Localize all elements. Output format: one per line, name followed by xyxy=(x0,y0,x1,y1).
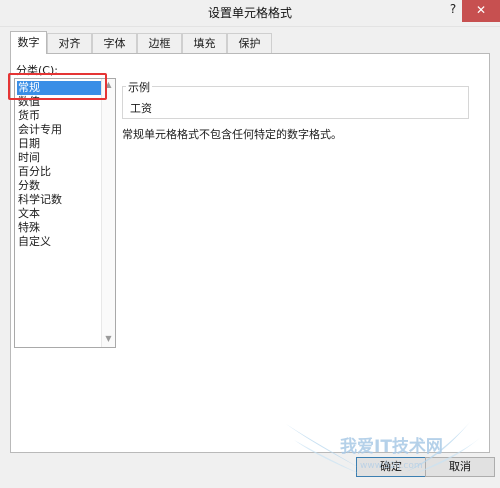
close-icon: ✕ xyxy=(475,3,487,17)
tab-protection[interactable]: 保护 xyxy=(227,33,272,53)
category-item-special[interactable]: 特殊 xyxy=(18,221,102,235)
category-item-date[interactable]: 日期 xyxy=(18,137,102,151)
category-item-accounting[interactable]: 会计专用 xyxy=(18,123,102,137)
category-item-fraction[interactable]: 分数 xyxy=(18,179,102,193)
sample-value: 工资 xyxy=(130,102,152,115)
category-item-custom[interactable]: 自定义 xyxy=(18,235,102,249)
category-listbox[interactable]: 常规 数值 货币 会计专用 日期 时间 百分比 分数 科学记数 文本 特殊 自定… xyxy=(14,78,116,348)
category-item-currency[interactable]: 货币 xyxy=(18,109,102,123)
format-description: 常规单元格格式不包含任何特定的数字格式。 xyxy=(122,128,342,141)
sample-groupbox xyxy=(122,86,469,119)
tab-font[interactable]: 字体 xyxy=(92,33,137,53)
category-item-text[interactable]: 文本 xyxy=(18,207,102,221)
category-item-time[interactable]: 时间 xyxy=(18,151,102,165)
category-scrollbar[interactable]: ▲ ▼ xyxy=(101,79,115,347)
tab-border[interactable]: 边框 xyxy=(137,33,182,53)
cancel-button[interactable]: 取消 xyxy=(425,457,495,477)
highlight-annotation-box xyxy=(8,73,107,100)
ok-button[interactable]: 确定 xyxy=(356,457,426,477)
help-button[interactable]: ? xyxy=(446,2,460,20)
scroll-down-icon[interactable]: ▼ xyxy=(102,333,115,345)
category-item-scientific[interactable]: 科学记数 xyxy=(18,193,102,207)
sample-legend: 示例 xyxy=(126,79,152,95)
dialog-title: 设置单元格格式 xyxy=(207,6,292,20)
tab-number[interactable]: 数字 xyxy=(10,31,47,54)
category-item-percentage[interactable]: 百分比 xyxy=(18,165,102,179)
title-bar: 设置单元格格式 ? ✕ xyxy=(0,0,500,27)
tab-fill[interactable]: 填充 xyxy=(182,33,227,53)
close-button[interactable]: ✕ xyxy=(462,0,500,22)
tab-alignment[interactable]: 对齐 xyxy=(47,33,92,53)
